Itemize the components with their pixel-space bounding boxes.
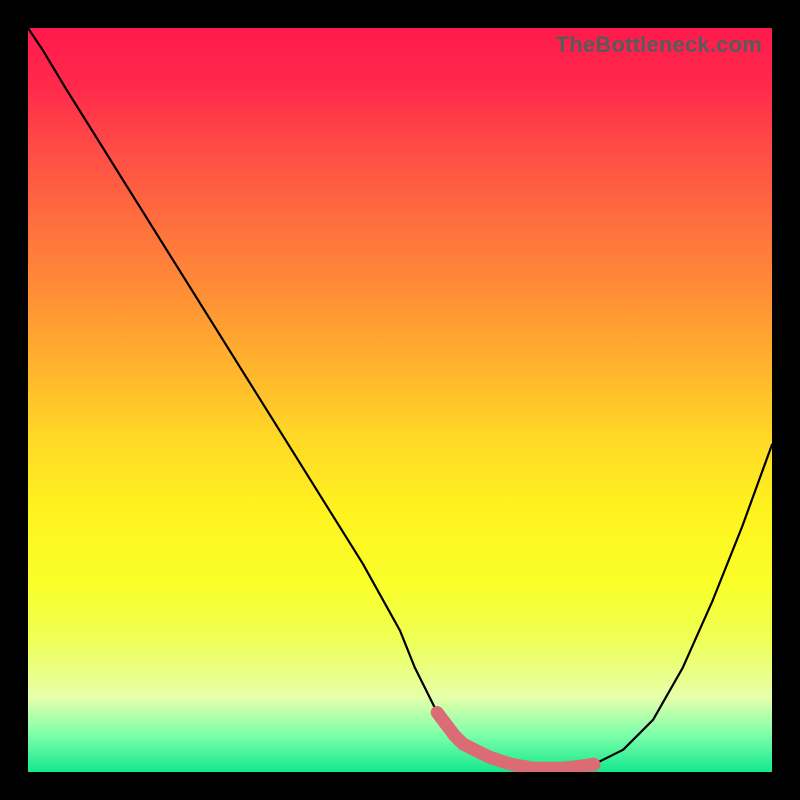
plot-area: TheBottleneck.com <box>28 28 772 772</box>
optimal-range-marker <box>437 713 593 769</box>
optimal-point-dot <box>586 758 600 772</box>
chart-canvas: TheBottleneck.com <box>0 0 800 800</box>
bottleneck-curve <box>28 28 772 768</box>
chart-svg <box>28 28 772 772</box>
